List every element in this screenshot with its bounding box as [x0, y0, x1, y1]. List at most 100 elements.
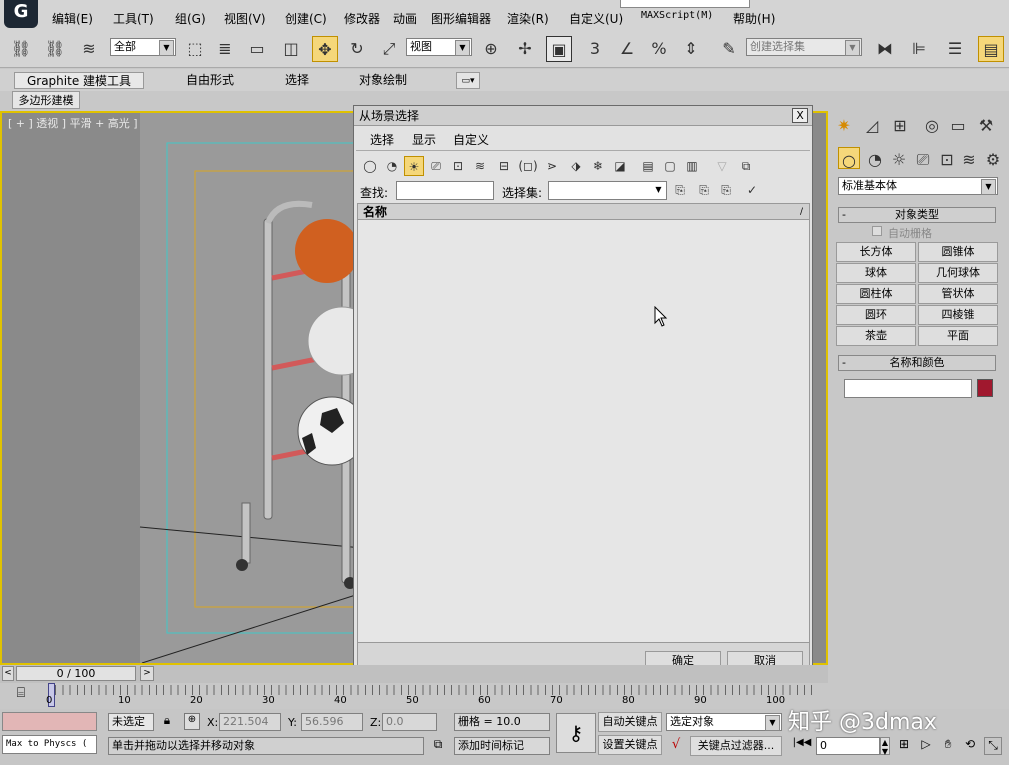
display-invert-icon[interactable]: ▥	[682, 156, 702, 176]
display-cameras-icon[interactable]: ⎚	[426, 156, 446, 176]
close-icon[interactable]: X	[792, 108, 808, 123]
edit-named-selection-icon[interactable]: ✎	[716, 36, 742, 62]
display-frozen-icon[interactable]: ❄	[588, 156, 608, 176]
maxscript-mini-listener-top[interactable]	[2, 712, 97, 731]
display-none-icon[interactable]: ▢	[660, 156, 680, 176]
dialog-menu-select[interactable]: 选择	[370, 131, 394, 148]
tab-freeform[interactable]: 自由形式	[186, 72, 234, 89]
named-selection-dropdown[interactable]: 创建选择集 ▼	[746, 38, 862, 56]
set-key-icon[interactable]: ⚷	[556, 713, 596, 753]
unlink-icon[interactable]: ⛓	[42, 36, 68, 62]
box-button[interactable]: 长方体	[836, 242, 916, 262]
selection-set-dropdown[interactable]: ▼	[548, 181, 667, 200]
angle-snap-icon[interactable]: ∠	[614, 36, 640, 62]
display-helpers-icon[interactable]: ⊡	[448, 156, 468, 176]
app-logo-icon[interactable]: G	[4, 0, 38, 28]
add-time-tag-button[interactable]: 添加时间标记	[454, 737, 550, 755]
motion-tab-icon[interactable]: ◎	[920, 113, 944, 137]
remove-from-set-icon[interactable]: ⎘	[716, 180, 736, 200]
space-warps-icon[interactable]: ≋	[958, 147, 980, 169]
object-type-rollout-header[interactable]: - 对象类型	[838, 207, 996, 223]
display-shapes-icon[interactable]: ◔	[382, 156, 402, 176]
time-slider[interactable]: < 0 / 100 >	[0, 665, 828, 683]
display-hidden-icon[interactable]: ◪	[610, 156, 630, 176]
geometry-icon[interactable]: ○	[838, 147, 860, 170]
modify-tab-icon[interactable]: ◿	[860, 113, 884, 137]
keyboard-shortcut-override-icon[interactable]: ▣	[546, 36, 572, 62]
pan-icon[interactable]: ✋︎	[940, 737, 956, 755]
spell-check-icon[interactable]: ✓	[742, 180, 762, 200]
display-spacewarps-icon[interactable]: ≋	[470, 156, 490, 176]
object-name-field[interactable]	[844, 379, 972, 398]
torus-button[interactable]: 圆环	[836, 305, 916, 325]
menu-animation[interactable]: 动画	[393, 10, 417, 28]
reference-coordinate-dropdown[interactable]: 视图 ▼	[406, 38, 472, 56]
tube-button[interactable]: 管状体	[918, 284, 998, 304]
display-all-icon[interactable]: ▤	[638, 156, 658, 176]
frame-spinner-icon[interactable]: ▲ ▼	[880, 737, 890, 756]
maximize-viewport-icon[interactable]: ⤡	[984, 737, 1002, 755]
dialog-title[interactable]: 从场景选择	[354, 106, 812, 126]
select-by-name-icon[interactable]: ≣	[212, 36, 238, 62]
menu-modifiers[interactable]: 修改器	[344, 10, 380, 28]
menu-edit[interactable]: 编辑(E)	[52, 10, 93, 28]
display-tab-icon[interactable]: ▭	[946, 113, 970, 137]
scene-object-list[interactable]: 名称 ∕	[357, 203, 810, 643]
selection-filter-dropdown[interactable]: 全部 ▼	[110, 38, 176, 56]
create-set-icon[interactable]: ⎘	[670, 180, 690, 200]
cameras-icon[interactable]: ⎚	[912, 147, 934, 169]
y-coordinate-field[interactable]: 56.596	[301, 713, 363, 731]
shapes-icon[interactable]: ◔	[864, 147, 886, 169]
key-filters-button[interactable]: 关键点过滤器...	[690, 736, 782, 756]
tab-graphite-modeling[interactable]: Graphite 建模工具	[14, 72, 144, 89]
next-frame-icon[interactable]: >	[140, 666, 154, 681]
prev-frame-icon[interactable]: <	[2, 666, 14, 681]
lock-selection-icon[interactable]: 🔒︎	[160, 713, 174, 730]
add-to-set-icon[interactable]: ⎘	[694, 180, 714, 200]
menu-group[interactable]: 组(G)	[175, 10, 206, 28]
autogrid-checkbox[interactable]	[872, 226, 882, 236]
menu-views[interactable]: 视图(V)	[224, 10, 266, 28]
lights-icon[interactable]: ☼	[888, 147, 910, 169]
play-icon[interactable]: ▷	[918, 737, 934, 755]
geosphere-button[interactable]: 几何球体	[918, 263, 998, 283]
graphite-toggle-icon[interactable]: ▤	[978, 36, 1004, 62]
menu-maxscript[interactable]: MAXScript(M)	[641, 10, 713, 28]
select-and-scale-icon[interactable]: ⤢	[376, 36, 402, 62]
ribbon-options-icon[interactable]: ▭▾	[456, 72, 480, 89]
bind-space-warp-icon[interactable]: ≋	[76, 36, 102, 62]
geometry-category-dropdown[interactable]: 标准基本体 ▼	[838, 177, 998, 195]
name-column-header[interactable]: 名称 ∕	[358, 204, 809, 220]
z-coordinate-field[interactable]: 0.0	[382, 713, 437, 731]
utilities-tab-icon[interactable]: ⚒	[974, 113, 998, 137]
manipulate-icon[interactable]: ✢	[512, 36, 538, 62]
absolute-mode-icon[interactable]: ⊕	[184, 713, 200, 730]
sphere-button[interactable]: 球体	[836, 263, 916, 283]
select-and-move-icon[interactable]: ✥	[312, 36, 338, 62]
hierarchy-tab-icon[interactable]: ⊞	[888, 113, 912, 137]
menu-customize[interactable]: 自定义(U)	[569, 10, 623, 28]
create-tab-icon[interactable]: ✷	[832, 113, 856, 137]
teapot-button[interactable]: 茶壶	[836, 326, 916, 346]
maxscript-mini-listener[interactable]: Max to Physcs (	[2, 735, 97, 754]
tab-object-paint[interactable]: 对象绘制	[359, 72, 407, 89]
key-mode-dropdown[interactable]: 选定对象 ▼	[666, 713, 782, 731]
name-color-rollout-header[interactable]: - 名称和颜色	[838, 355, 996, 371]
mini-curve-editor-icon[interactable]: ⌸	[10, 685, 32, 705]
percent-snap-icon[interactable]: %	[646, 36, 672, 62]
menu-help[interactable]: 帮助(H)	[733, 10, 775, 28]
spinner-snap-icon[interactable]: ⇕	[678, 36, 704, 62]
tab-selection[interactable]: 选择	[285, 72, 309, 89]
dialog-menu-display[interactable]: 显示	[412, 131, 436, 148]
mirror-icon[interactable]: ⧓	[872, 36, 898, 62]
helpers-icon[interactable]: ⊡	[936, 147, 958, 169]
select-and-rotate-icon[interactable]: ↻	[344, 36, 370, 62]
x-coordinate-field[interactable]: 221.504	[219, 713, 281, 731]
filter-icon[interactable]: ▽	[712, 156, 732, 176]
select-and-link-icon[interactable]: ⛓	[8, 36, 34, 62]
orbit-icon[interactable]: ⟲	[962, 737, 978, 755]
layer-manager-icon[interactable]: ☰	[942, 36, 968, 62]
dialog-menu-customize[interactable]: 自定义	[453, 131, 489, 148]
tab-polygon-modeling[interactable]: 多边形建模	[12, 91, 80, 109]
menu-rendering[interactable]: 渲染(R)	[507, 10, 549, 28]
